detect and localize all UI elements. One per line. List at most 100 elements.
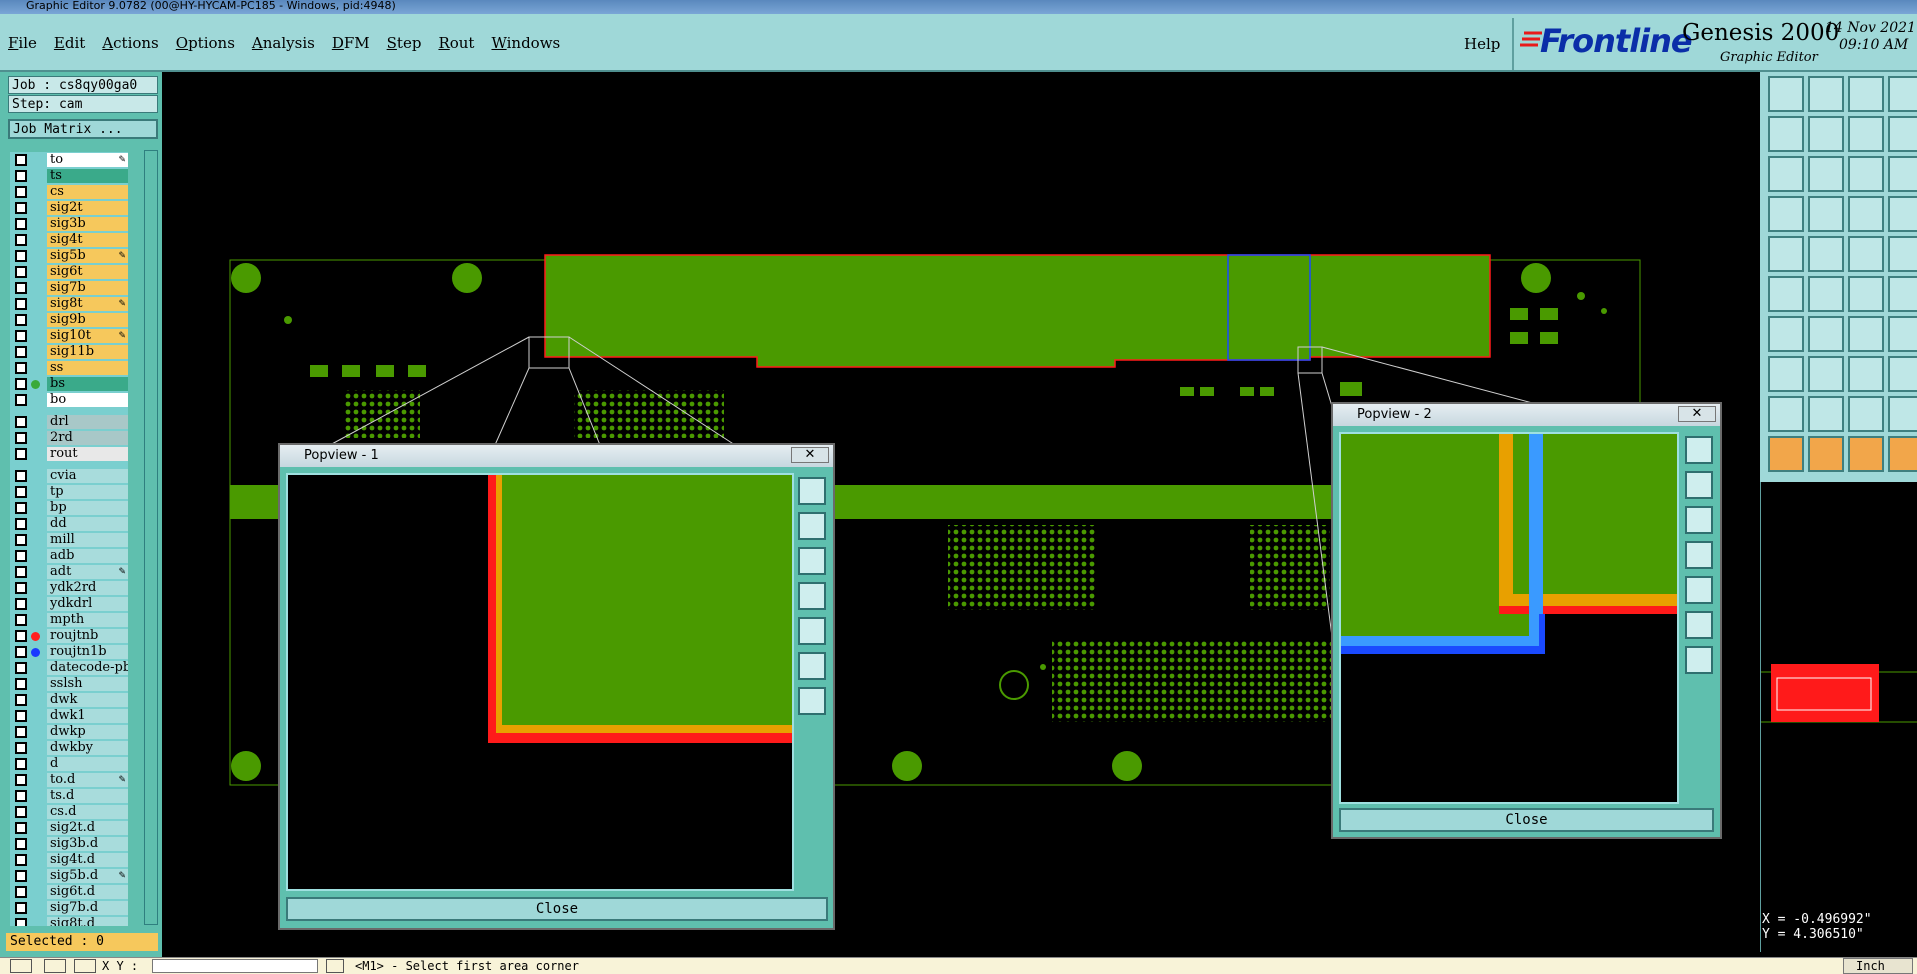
layer-row[interactable]: sig5b.d ✎: [10, 868, 128, 884]
popview-pan-up-button[interactable]: [1685, 471, 1713, 499]
popview-home-button[interactable]: [798, 687, 826, 715]
layer-checkbox[interactable]: [15, 838, 27, 850]
layer-checkbox[interactable]: [15, 822, 27, 834]
layer-row[interactable]: sig4t: [10, 232, 128, 248]
layer-name[interactable]: sig8t.d: [47, 917, 128, 926]
layer-checkbox[interactable]: [15, 330, 27, 342]
prev-tool-icon[interactable]: [1768, 116, 1804, 152]
layer-checkbox[interactable]: [15, 774, 27, 786]
layer-checkbox[interactable]: [15, 614, 27, 626]
layer-row[interactable]: ydk2rd: [10, 580, 128, 596]
layer-row[interactable]: dd: [10, 516, 128, 532]
layer-checkbox[interactable]: [15, 282, 27, 294]
menu-analysis[interactable]: Analysis: [252, 34, 315, 52]
layer-name[interactable]: sig3b: [47, 217, 128, 231]
cross-tool-icon[interactable]: [1808, 276, 1844, 312]
layer-checkbox[interactable]: [15, 378, 27, 390]
layer-checkbox[interactable]: [15, 758, 27, 770]
layer-name[interactable]: cs.d: [47, 805, 128, 819]
status-tool-icon[interactable]: [44, 959, 66, 973]
menu-help[interactable]: Help: [1464, 35, 1500, 53]
move-down-tool-icon[interactable]: [1808, 76, 1844, 112]
layer-row[interactable]: sig3b.d: [10, 836, 128, 852]
pointer-tool-icon[interactable]: [1768, 436, 1804, 472]
line-tool-icon[interactable]: [1808, 356, 1844, 392]
connect2-tool-icon[interactable]: [1888, 276, 1917, 312]
layer-row[interactable]: sig3b: [10, 216, 128, 232]
layer-checkbox[interactable]: [15, 170, 27, 182]
layer-checkbox[interactable]: [15, 630, 27, 642]
layer-checkbox[interactable]: [15, 362, 27, 374]
popview-2-view[interactable]: [1339, 432, 1679, 804]
layer-row[interactable]: ts.d: [10, 788, 128, 804]
layer-name[interactable]: ts: [47, 169, 128, 183]
layer-checkbox[interactable]: [15, 550, 27, 562]
layer-row[interactable]: dwk: [10, 692, 128, 708]
triangle4-tool-icon[interactable]: [1888, 396, 1917, 432]
layer-name[interactable]: sig5b.d ✎: [47, 869, 128, 883]
popview-pan-right-button[interactable]: [798, 617, 826, 645]
layer-name[interactable]: cvia: [47, 469, 128, 483]
layer-row[interactable]: roujtnb: [10, 628, 128, 644]
layer-checkbox[interactable]: [15, 566, 27, 578]
popview-pan-left-button[interactable]: [798, 582, 826, 610]
layer-name[interactable]: sslsh: [47, 677, 128, 691]
layer-row[interactable]: adb: [10, 548, 128, 564]
layer-name[interactable]: sig5b ✎: [47, 249, 128, 263]
layer-checkbox[interactable]: [15, 710, 27, 722]
layer-row[interactable]: sig7b.d: [10, 900, 128, 916]
layer-name[interactable]: dwk: [47, 693, 128, 707]
layer-row[interactable]: cs: [10, 184, 128, 200]
layer-checkbox[interactable]: [15, 694, 27, 706]
menu-step[interactable]: Step: [387, 34, 422, 52]
menu-rout[interactable]: Rout: [438, 34, 474, 52]
layer-name[interactable]: dd: [47, 517, 128, 531]
layer-name[interactable]: sig4t.d: [47, 853, 128, 867]
layer-row[interactable]: sig2t.d: [10, 820, 128, 836]
menu-edit[interactable]: Edit: [54, 34, 85, 52]
layer-row[interactable]: cvia: [10, 468, 128, 484]
ruler-tool-icon[interactable]: [1848, 236, 1884, 272]
edit-tool-icon[interactable]: [1768, 356, 1804, 392]
layer-row[interactable]: ts: [10, 168, 128, 184]
layer-row[interactable]: bp: [10, 500, 128, 516]
menu-file[interactable]: File: [8, 34, 37, 52]
layer-name[interactable]: dwk1: [47, 709, 128, 723]
popview-fit-button[interactable]: [1685, 611, 1713, 639]
measure-tool-icon[interactable]: [1768, 196, 1804, 232]
layer-checkbox[interactable]: [15, 534, 27, 546]
menu-options[interactable]: Options: [176, 34, 235, 52]
layer-row[interactable]: sig2t: [10, 200, 128, 216]
select-pad-tool-icon[interactable]: [1768, 236, 1804, 272]
layer-name[interactable]: ts.d: [47, 789, 128, 803]
slash-tool-icon[interactable]: [1808, 316, 1844, 352]
pointer2-tool-icon[interactable]: [1808, 436, 1844, 472]
layer-row[interactable]: 2rd: [10, 430, 128, 446]
layer-checkbox[interactable]: [15, 416, 27, 428]
layer-row[interactable]: sig4t.d: [10, 852, 128, 868]
overview-panel[interactable]: [1760, 482, 1917, 952]
shape-tool-icon[interactable]: [1888, 356, 1917, 392]
layer-checkbox[interactable]: [15, 314, 27, 326]
layer-name[interactable]: roujtn1b: [47, 645, 128, 659]
connect-tool-icon[interactable]: [1848, 276, 1884, 312]
popview-zoom-button[interactable]: [798, 477, 826, 505]
layer-checkbox[interactable]: [15, 678, 27, 690]
layer-checkbox[interactable]: [15, 266, 27, 278]
layer-row[interactable]: to.d ✎: [10, 772, 128, 788]
layer-name[interactable]: sig2t.d: [47, 821, 128, 835]
layer-row[interactable]: roujtn1b: [10, 644, 128, 660]
layer-checkbox[interactable]: [15, 218, 27, 230]
layer-name[interactable]: to.d ✎: [47, 773, 128, 787]
layer-list-scrollbar[interactable]: [144, 150, 158, 925]
layer-name[interactable]: sig7b: [47, 281, 128, 295]
menu-windows[interactable]: Windows: [491, 34, 560, 52]
ratio-tool-icon[interactable]: [1848, 156, 1884, 192]
layer-name[interactable]: sig11b: [47, 345, 128, 359]
layer-row[interactable]: cs.d: [10, 804, 128, 820]
layer-name[interactable]: dwkp: [47, 725, 128, 739]
layer-row[interactable]: d: [10, 756, 128, 772]
layer-row[interactable]: sslsh: [10, 676, 128, 692]
layer-name[interactable]: sig4t: [47, 233, 128, 247]
layer-row[interactable]: adt ✎: [10, 564, 128, 580]
